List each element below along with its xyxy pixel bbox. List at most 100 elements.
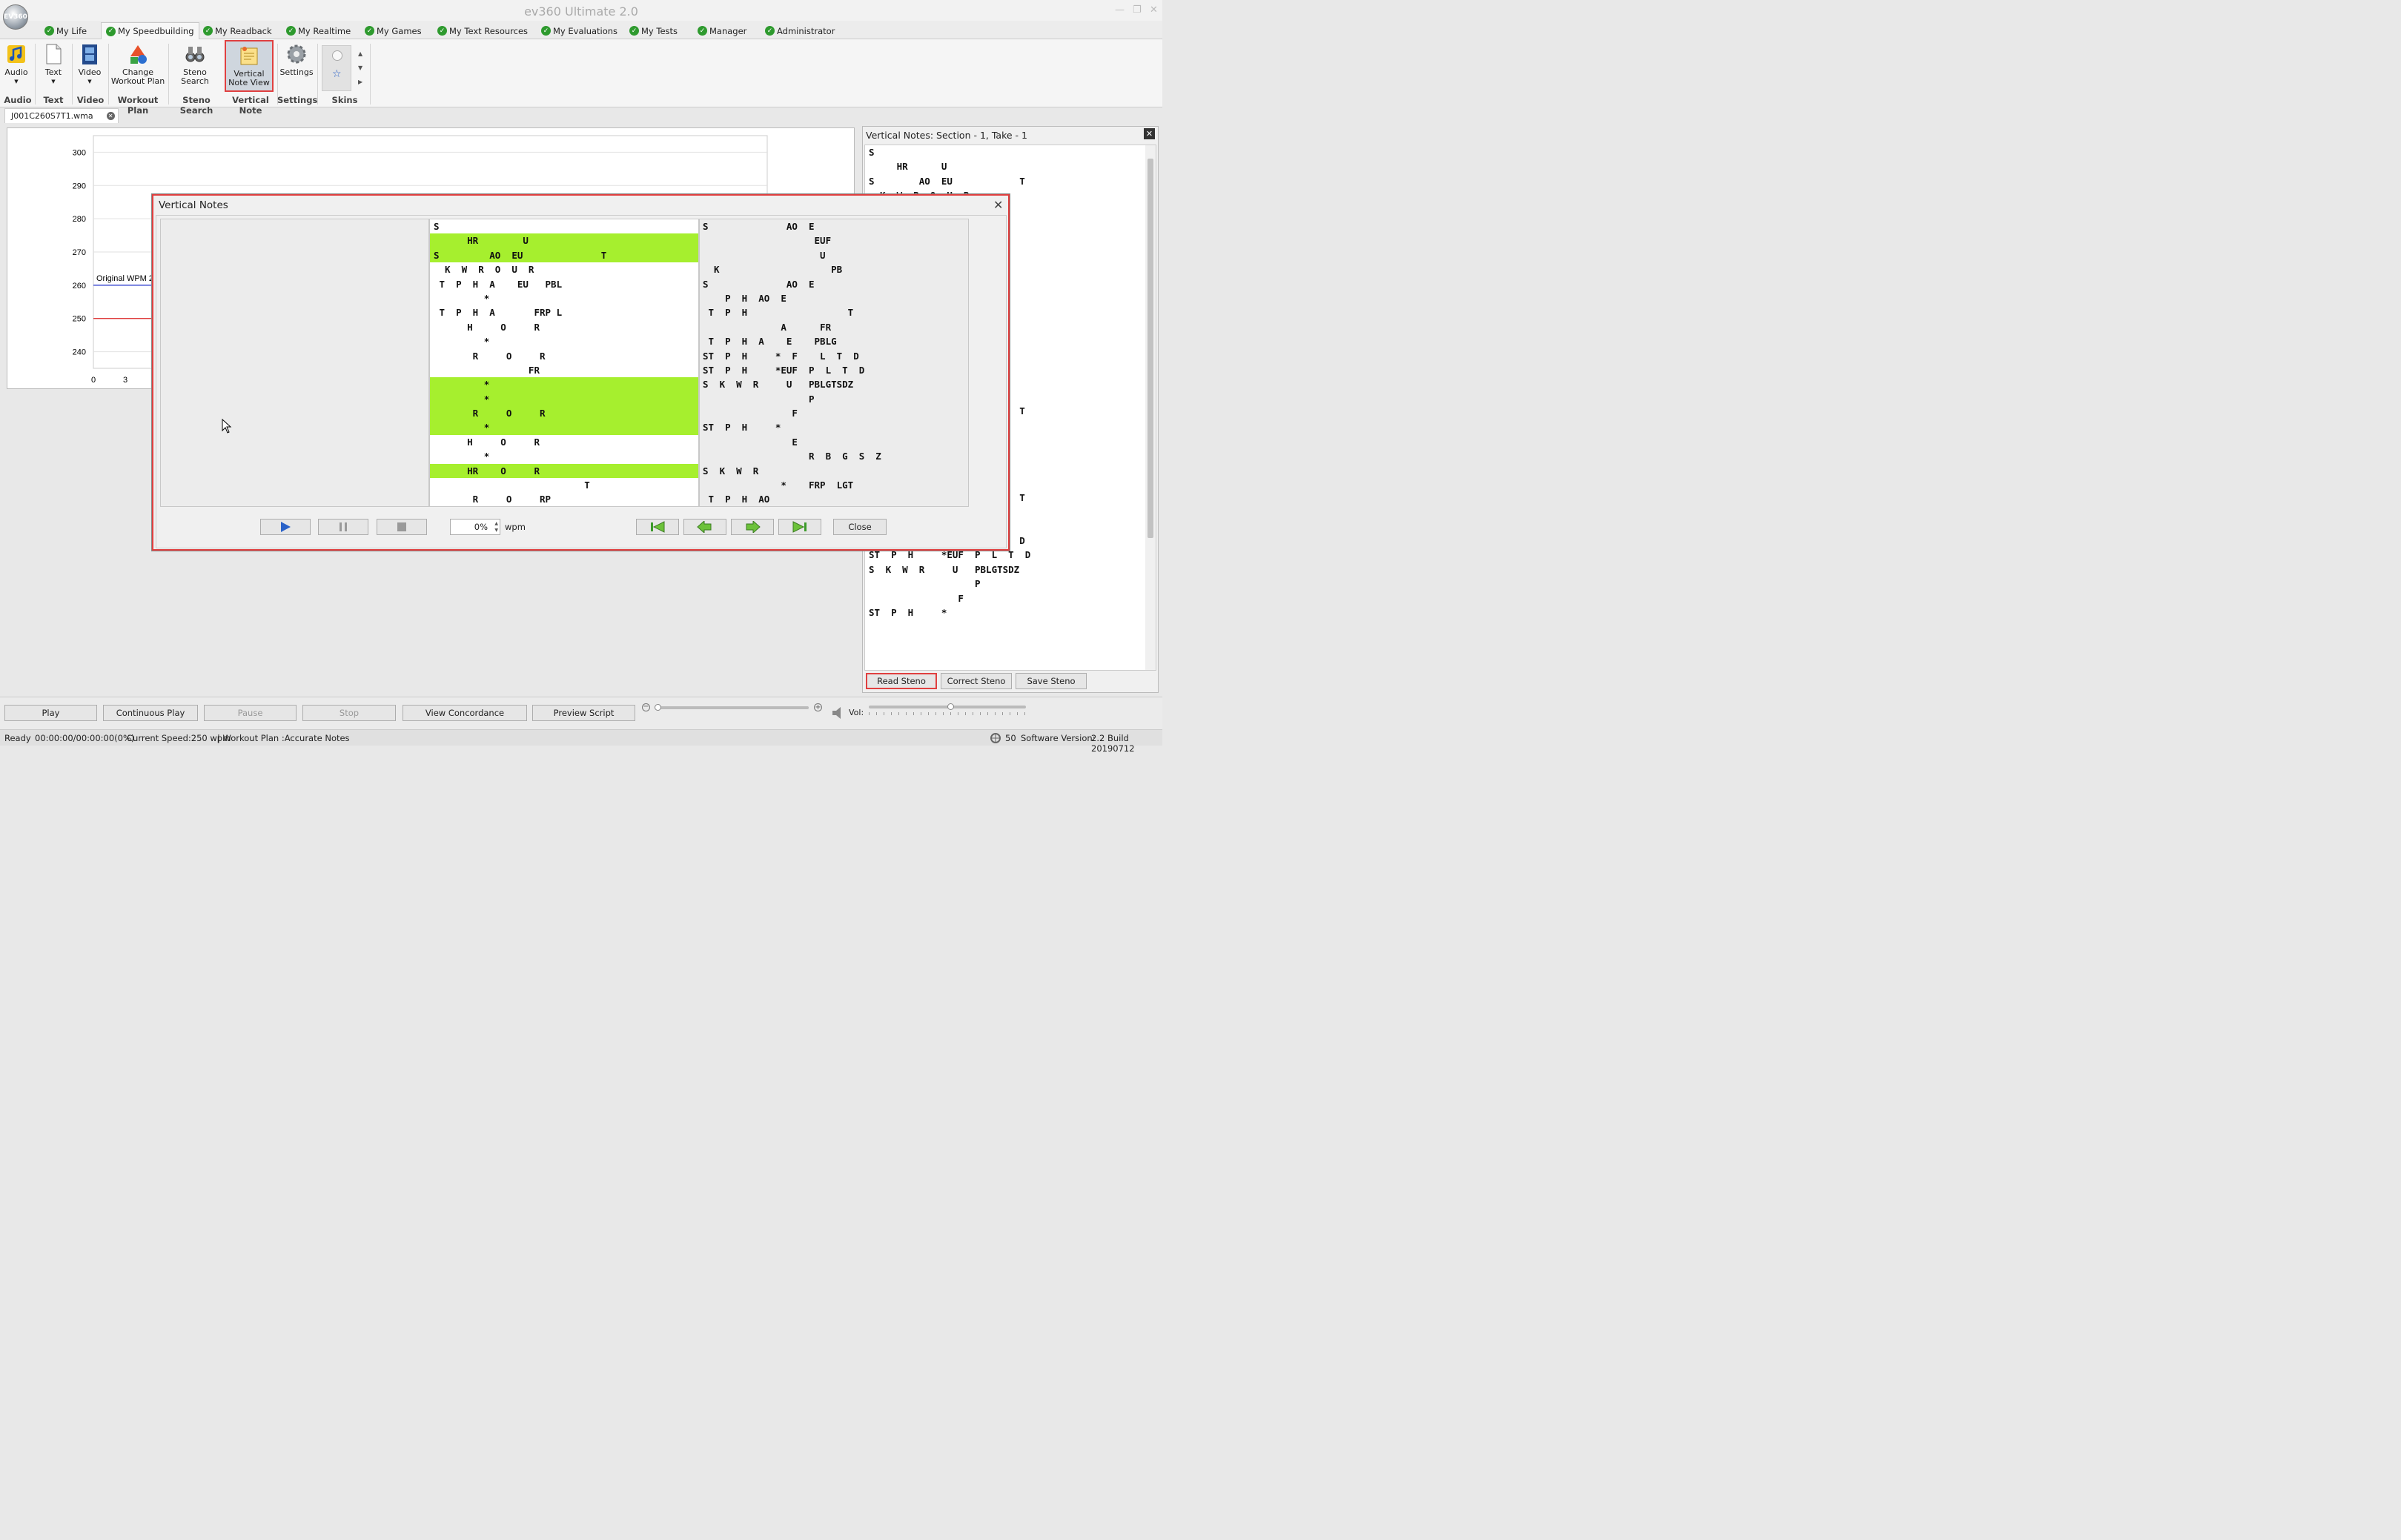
tab-my-evaluations[interactable]: ✓ My Evaluations [537,22,622,39]
steno-row[interactable]: * [430,449,698,463]
steno-row[interactable]: HR O R [430,463,698,479]
dialog-pause-button[interactable] [318,519,368,535]
steno-row[interactable]: EUF [703,233,881,248]
steno-row[interactable]: ST P H *EUF P L T D [703,363,881,377]
audio-button[interactable]: Audio ▼ [4,43,28,86]
steno-row[interactable]: FR [430,363,698,377]
skins-gallery[interactable]: ☆ [322,45,351,91]
steno-row[interactable]: H O R [430,435,698,449]
steno-row[interactable]: S AO EU T [430,248,698,263]
correct-steno-button[interactable]: Correct Steno [941,673,1012,689]
steno-row[interactable]: * [430,391,698,407]
steno-row[interactable]: HR U [430,233,698,248]
tab-my-speedbuilding[interactable]: ✓ My Speedbuilding [101,22,199,39]
zoom-in-icon[interactable]: + [814,703,822,711]
steno-row[interactable]: R O RP [430,492,698,506]
tab-my-readback[interactable]: ✓ My Readback [199,22,276,39]
continuous-play-button[interactable]: Continuous Play [103,705,198,721]
restore-icon[interactable]: ❐ [1133,4,1142,16]
dialog-stop-button[interactable] [377,519,427,535]
steno-row[interactable]: * [430,420,698,435]
change-workout-plan-button[interactable]: Change Workout Plan [111,43,165,86]
steno-row[interactable]: K PB [703,262,881,276]
settings-button[interactable]: Settings [279,43,314,77]
position-slider-thumb[interactable] [655,704,662,711]
close-window-icon[interactable]: ✕ [1150,4,1158,16]
steno-row[interactable]: S [430,219,698,233]
vertical-scrollbar[interactable] [1145,145,1156,670]
dialog-play-button[interactable] [260,519,311,535]
steno-row[interactable]: * [430,377,698,392]
steno-row[interactable]: S AO E [703,277,881,291]
steno-row[interactable]: T P H A FRP L [430,305,698,319]
skin-circle-icon[interactable] [332,50,342,61]
previous-button[interactable] [683,519,726,535]
document-tab[interactable]: J001C260S7T1.wma ✕ [4,108,119,123]
steno-row[interactable]: H O R [430,320,698,334]
steno-middle-pane[interactable]: S HR US AO EU T K W R O U R T P H A EU P… [429,219,699,507]
steno-search-button[interactable]: Steno Search [180,43,210,86]
tab-my-realtime[interactable]: ✓ My Realtime [282,22,355,39]
text-button[interactable]: Text ▼ [42,43,65,86]
scroll-down-icon[interactable]: ▼ [358,64,362,71]
steno-row[interactable]: K W R O U R [430,262,698,276]
steno-row[interactable]: ST P H * F L T D [703,349,881,363]
steno-right-pane[interactable]: S AO E EUF U K PB S AO E P H AO E T P H T… [699,219,969,507]
star-icon[interactable]: ☆ [332,68,342,80]
steno-row[interactable]: * FRP LGT [703,478,881,492]
minimize-icon[interactable]: — [1115,4,1125,16]
steno-row[interactable]: F [703,406,881,420]
position-slider[interactable] [655,704,809,711]
close-panel-icon[interactable]: ✕ [1144,128,1155,139]
steno-row[interactable]: S K W R [703,464,881,478]
stop-button[interactable]: Stop [302,705,396,721]
pause-button[interactable]: Pause [204,705,297,721]
steno-row[interactable]: T P H A E PBLG [703,334,881,348]
tab-my-games[interactable]: ✓ My Games [360,22,426,39]
scrollbar-thumb[interactable] [1147,159,1153,538]
tab-administrator[interactable]: ✓ Administrator [761,22,839,39]
close-tab-icon[interactable]: ✕ [106,112,115,120]
read-steno-button[interactable]: Read Steno [866,673,937,689]
vertical-note-view-button[interactable]: Vertical Note View [225,40,274,92]
steno-row[interactable]: E [703,435,881,449]
dialog-close-icon[interactable]: ✕ [993,198,1003,212]
steno-row[interactable]: P H AO E [703,291,881,305]
steno-row[interactable]: R O R [430,406,698,421]
expand-icon[interactable]: ▶ [358,79,362,85]
spinner-arrows-icon[interactable]: ▲ ▼ [494,520,498,534]
first-button[interactable] [636,519,679,535]
steno-row[interactable]: S K W R U PBLGTSDZ [703,377,881,391]
tab-my-tests[interactable]: ✓ My Tests [625,22,682,39]
volume-slider-thumb[interactable] [947,703,955,710]
app-logo[interactable]: EV360 [3,4,28,30]
speaker-icon[interactable] [831,706,846,720]
last-button[interactable] [778,519,821,535]
steno-row[interactable]: * [430,334,698,348]
next-button[interactable] [731,519,774,535]
steno-row[interactable]: S AO E [703,219,881,233]
dialog-close-button[interactable]: Close [833,519,887,535]
view-concordance-button[interactable]: View Concordance [403,705,527,721]
steno-row[interactable]: ST P H * [703,420,881,434]
steno-row[interactable]: R B G S Z [703,449,881,463]
steno-row[interactable]: R O R [430,349,698,363]
steno-row[interactable]: U [703,248,881,262]
play-button[interactable]: Play [4,705,97,721]
steno-row[interactable]: P [703,392,881,406]
speed-spinner[interactable]: 0% ▲ ▼ [450,519,500,535]
save-steno-button[interactable]: Save Steno [1016,673,1087,689]
steno-row[interactable]: A FR [703,320,881,334]
scroll-up-icon[interactable]: ▲ [358,50,362,57]
tab-my-life[interactable]: ✓ My Life [40,22,91,39]
steno-row[interactable]: T P H T [703,305,881,319]
skins-scroll[interactable]: ▲ ▼ ▶ [358,47,362,89]
steno-row[interactable]: * [430,291,698,305]
volume-slider[interactable] [869,703,1026,715]
steno-row[interactable]: T [430,478,698,492]
steno-row[interactable]: T P H A EU PBL [430,277,698,291]
video-button[interactable]: Video ▼ [78,43,102,86]
steno-row[interactable]: T P H AO [703,492,881,506]
tab-my-text-resources[interactable]: ✓ My Text Resources [433,22,532,39]
tab-manager[interactable]: ✓ Manager [693,22,751,39]
